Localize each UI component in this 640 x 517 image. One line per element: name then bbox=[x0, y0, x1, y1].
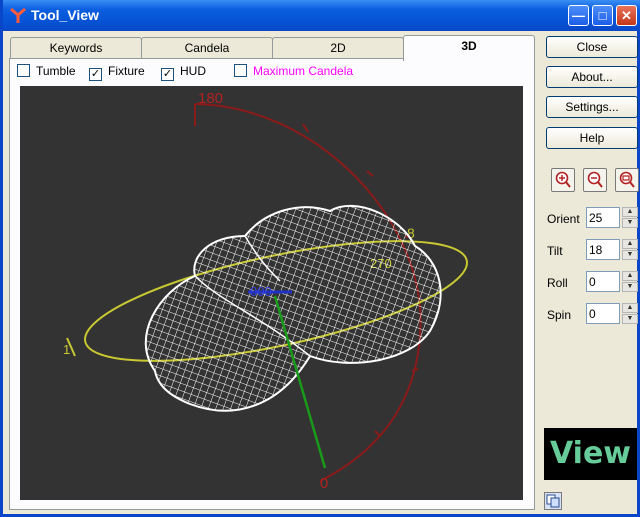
fixture-label: Fixture bbox=[108, 64, 145, 78]
copy-icon bbox=[546, 494, 560, 508]
zoom-in-button[interactable] bbox=[551, 168, 575, 192]
maximize-icon: □ bbox=[598, 8, 607, 23]
tilt-input[interactable] bbox=[586, 239, 620, 260]
center-label: 000 bbox=[250, 284, 272, 299]
roll-label: Roll bbox=[547, 276, 568, 290]
zoom-out-icon bbox=[587, 171, 603, 188]
close-button[interactable]: Close bbox=[546, 36, 638, 58]
orient-input[interactable] bbox=[586, 207, 620, 228]
3d-viewport[interactable]: 180 0 8 270 1 000 bbox=[20, 86, 523, 500]
fixture-checkbox-box[interactable]: ✓ bbox=[89, 68, 102, 81]
close-icon: ✕ bbox=[621, 8, 632, 23]
tilt-label: Tilt bbox=[547, 244, 563, 258]
orient-spinner[interactable]: ▲ ▼ bbox=[586, 207, 639, 228]
spin-input[interactable] bbox=[586, 303, 620, 324]
tumble-label: Tumble bbox=[36, 64, 76, 78]
view-brand-logo: View bbox=[544, 428, 637, 480]
hud-checkbox-box[interactable]: ✓ bbox=[161, 68, 174, 81]
roll-up-arrow-icon[interactable]: ▲ bbox=[622, 271, 638, 281]
zoom-fit-button[interactable] bbox=[615, 168, 639, 192]
spin-down-arrow-icon[interactable]: ▼ bbox=[622, 314, 638, 324]
zoom-out-button[interactable] bbox=[583, 168, 607, 192]
hud-checkbox[interactable]: ✓ HUD bbox=[161, 64, 206, 81]
app-logo-icon bbox=[10, 7, 26, 23]
title-bar[interactable]: Tool_View — □ ✕ bbox=[3, 0, 640, 31]
maximum-candela-label: Maximum Candela bbox=[253, 64, 354, 78]
spin-up-arrow-icon[interactable]: ▲ bbox=[622, 303, 638, 313]
tilt-spinner[interactable]: ▲ ▼ bbox=[586, 239, 639, 260]
tab-keywords[interactable]: Keywords bbox=[10, 37, 142, 59]
photometric-solid-render: 180 0 8 270 1 000 bbox=[63, 90, 468, 492]
roll-down-arrow-icon[interactable]: ▼ bbox=[622, 282, 638, 292]
tab-3d[interactable]: 3D bbox=[403, 35, 535, 61]
orient-label: Orient bbox=[547, 212, 580, 226]
minimize-button[interactable]: — bbox=[568, 5, 589, 26]
maximum-candela-checkbox-box[interactable] bbox=[234, 64, 247, 77]
copy-button[interactable] bbox=[544, 492, 562, 510]
maximum-candela-checkbox[interactable]: Maximum Candela bbox=[234, 64, 353, 78]
spin-label: Spin bbox=[547, 308, 572, 322]
tab-candela[interactable]: Candela bbox=[141, 37, 273, 59]
candela-solid bbox=[144, 205, 442, 412]
about-button[interactable]: About... bbox=[546, 66, 638, 88]
red-bottom-label: 0 bbox=[320, 475, 328, 492]
tab-2d[interactable]: 2D bbox=[272, 37, 404, 59]
roll-input[interactable] bbox=[586, 271, 620, 292]
zoom-fit-icon bbox=[619, 171, 635, 188]
orient-up-arrow-icon[interactable]: ▲ bbox=[622, 207, 638, 217]
orient-down-arrow-icon[interactable]: ▼ bbox=[622, 218, 638, 228]
fixture-checkbox[interactable]: ✓ Fixture bbox=[89, 64, 145, 81]
tumble-checkbox[interactable]: Tumble bbox=[17, 64, 76, 78]
roll-spinner[interactable]: ▲ ▼ bbox=[586, 271, 639, 292]
yellow-left-label: 1 bbox=[63, 342, 70, 357]
app-window: Tool_View — □ ✕ Keywords Candela 2D 3D T… bbox=[0, 0, 640, 517]
tumble-checkbox-box[interactable] bbox=[17, 64, 30, 77]
maximize-button[interactable]: □ bbox=[592, 5, 613, 26]
red-top-label: 180 bbox=[198, 90, 223, 107]
zoom-in-icon bbox=[555, 171, 571, 188]
help-button[interactable]: Help bbox=[546, 127, 638, 149]
tilt-down-arrow-icon[interactable]: ▼ bbox=[622, 250, 638, 260]
window-title: Tool_View bbox=[31, 7, 99, 23]
spin-spinner[interactable]: ▲ ▼ bbox=[586, 303, 639, 324]
hud-label: HUD bbox=[180, 64, 206, 78]
tilt-up-arrow-icon[interactable]: ▲ bbox=[622, 239, 638, 249]
close-window-button[interactable]: ✕ bbox=[616, 5, 637, 26]
minimize-icon: — bbox=[572, 8, 585, 23]
settings-button[interactable]: Settings... bbox=[546, 96, 638, 118]
